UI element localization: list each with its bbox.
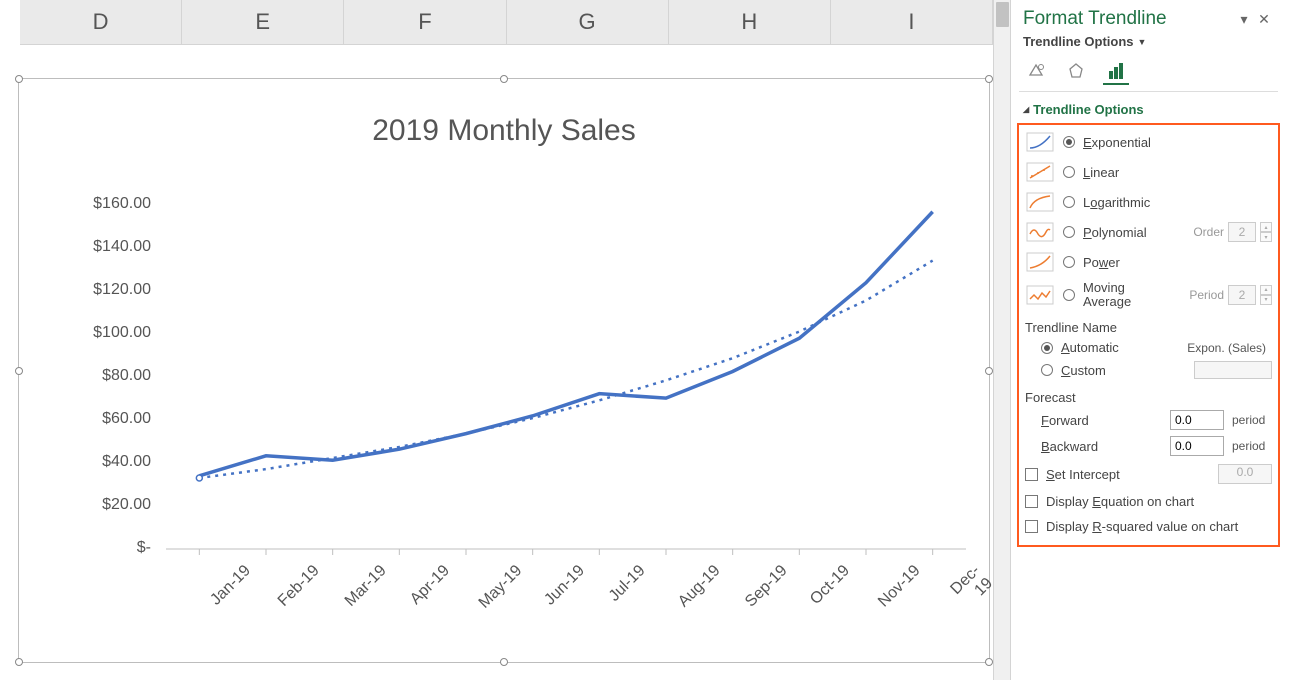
chart-title[interactable]: 2019 Monthly Sales — [19, 114, 989, 148]
polynomial-icon — [1025, 221, 1055, 243]
x-tick: Mar-19 — [342, 562, 415, 635]
option-moving-average[interactable]: MovingAverage Period 2 ▴▾ — [1023, 277, 1274, 312]
col-header-h[interactable]: H — [669, 0, 831, 45]
set-intercept-row[interactable]: Set Intercept 0.0 — [1023, 459, 1274, 489]
order-label: Order — [1193, 225, 1224, 239]
col-header-f[interactable]: F — [344, 0, 506, 45]
y-tick: $100.00 — [51, 324, 151, 342]
y-tick: $40.00 — [51, 453, 151, 471]
x-tick: Jul-19 — [606, 562, 674, 630]
chart-plot-area[interactable]: $- $20.00 $40.00 $60.00 $80.00 $100.00 $… — [51, 194, 971, 614]
chart-object[interactable]: 2019 Monthly Sales $- $20.00 $40.00 $60.… — [18, 78, 990, 663]
col-header-i[interactable]: I — [831, 0, 993, 45]
period-input: 2 — [1228, 285, 1256, 305]
forward-input[interactable] — [1170, 410, 1224, 430]
pane-subtitle[interactable]: Trendline Options▼ — [1011, 32, 1286, 55]
x-tick: Apr-19 — [407, 562, 478, 633]
period-label: Period — [1189, 288, 1224, 302]
moving-average-icon — [1025, 284, 1055, 306]
automatic-name-value: Expon. (Sales) — [1187, 341, 1272, 355]
checkbox[interactable] — [1025, 468, 1038, 481]
options-highlight: Exponential Linear Logarithmic Polynomia… — [1017, 123, 1280, 547]
option-power[interactable]: Power — [1023, 247, 1274, 277]
radio[interactable] — [1063, 196, 1075, 208]
vertical-scrollbar[interactable] — [993, 0, 1010, 680]
x-tick: May-19 — [476, 562, 551, 637]
radio[interactable] — [1063, 166, 1075, 178]
forecast-head: Forecast — [1023, 382, 1274, 407]
checkbox[interactable] — [1025, 495, 1038, 508]
y-tick: $120.00 — [51, 281, 151, 299]
chart-svg — [166, 194, 966, 549]
exponential-icon — [1025, 131, 1055, 153]
data-series[interactable] — [199, 212, 932, 476]
name-automatic[interactable]: Automatic Expon. (Sales) — [1023, 337, 1274, 358]
worksheet[interactable]: D E F G H I 2019 Monthly Sales $- $20. — [0, 0, 1010, 680]
radio[interactable] — [1063, 136, 1075, 148]
option-logarithmic[interactable]: Logarithmic — [1023, 187, 1274, 217]
option-exponential[interactable]: Exponential — [1023, 127, 1274, 157]
fill-line-tab-icon[interactable] — [1023, 59, 1049, 85]
trendline[interactable] — [199, 261, 932, 478]
display-equation-row[interactable]: Display Equation on chart — [1023, 489, 1274, 514]
section-trendline-options[interactable]: Trendline Options — [1011, 92, 1286, 121]
y-tick: $20.00 — [51, 496, 151, 514]
y-tick: $160.00 — [51, 195, 151, 213]
pane-title: Format Trendline — [1023, 8, 1234, 30]
option-linear[interactable]: Linear — [1023, 157, 1274, 187]
display-r2-row[interactable]: Display R-squared value on chart — [1023, 514, 1274, 539]
x-tick: Jan-19 — [208, 562, 279, 633]
name-custom[interactable]: Custom — [1023, 358, 1274, 382]
y-tick: $60.00 — [51, 410, 151, 428]
order-input: 2 — [1228, 222, 1256, 242]
effects-tab-icon[interactable] — [1063, 59, 1089, 85]
x-tick: Feb-19 — [275, 562, 348, 635]
custom-name-input[interactable] — [1194, 361, 1272, 379]
linear-icon — [1025, 161, 1055, 183]
checkbox[interactable] — [1025, 520, 1038, 533]
pane-close-button[interactable]: ✕ — [1254, 9, 1274, 29]
forecast-forward-row: Forward period — [1023, 407, 1274, 433]
column-headers: D E F G H I — [20, 0, 993, 45]
col-header-g[interactable]: G — [507, 0, 669, 45]
x-tick: Oct-19 — [807, 562, 878, 633]
x-tick: Nov-19 — [875, 562, 948, 635]
x-tick: Sep-19 — [742, 562, 815, 635]
radio[interactable] — [1063, 226, 1075, 238]
radio[interactable] — [1041, 342, 1053, 354]
col-header-e[interactable]: E — [182, 0, 344, 45]
y-tick: $80.00 — [51, 367, 151, 385]
pane-options-button[interactable]: ▾ — [1234, 9, 1254, 29]
format-trendline-pane: Format Trendline ▾ ✕ Trendline Options▼ … — [1010, 0, 1286, 680]
forecast-backward-row: Backward period — [1023, 433, 1274, 459]
power-icon — [1025, 251, 1055, 273]
trendline-name-head: Trendline Name — [1023, 312, 1274, 337]
intercept-input: 0.0 — [1218, 464, 1272, 484]
scroll-thumb[interactable] — [996, 2, 1009, 27]
radio[interactable] — [1063, 256, 1075, 268]
col-header-d[interactable]: D — [20, 0, 182, 45]
backward-input[interactable] — [1170, 436, 1224, 456]
trendline-options-tab-icon[interactable] — [1103, 59, 1129, 85]
y-tick: $140.00 — [51, 238, 151, 256]
x-tick: Aug-19 — [675, 562, 748, 635]
logarithmic-icon — [1025, 191, 1055, 213]
option-polynomial[interactable]: Polynomial Order 2 ▴▾ — [1023, 217, 1274, 247]
x-tick: Jun-19 — [541, 562, 612, 633]
radio[interactable] — [1063, 289, 1075, 301]
y-tick: $- — [51, 539, 151, 557]
radio[interactable] — [1041, 364, 1053, 376]
